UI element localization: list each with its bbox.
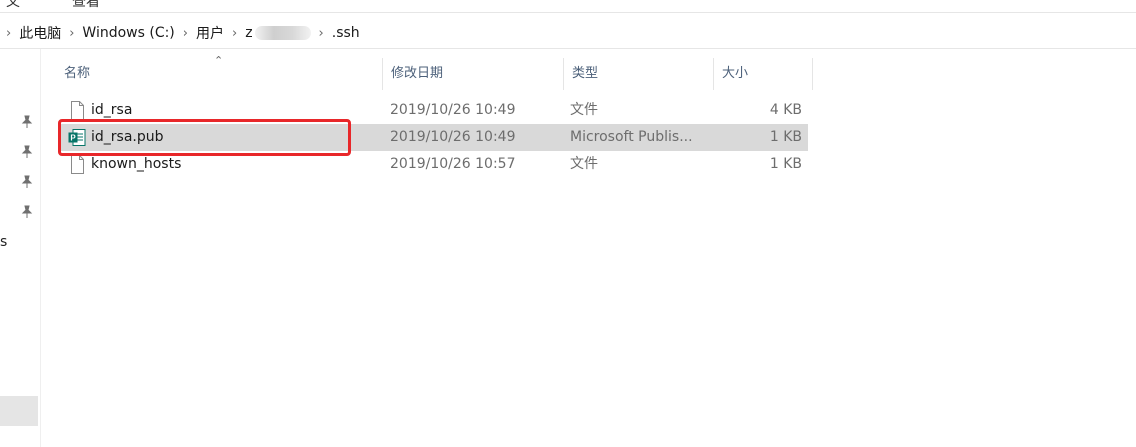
annotation-highlight-box bbox=[58, 119, 351, 156]
ribbon-divider bbox=[0, 12, 1136, 13]
blank-file-icon bbox=[71, 155, 84, 174]
column-header-name[interactable]: 名称 bbox=[56, 58, 382, 90]
nav-item-partial-label[interactable]: s bbox=[0, 234, 7, 250]
breadcrumb-users[interactable]: 用户 bbox=[196, 23, 224, 43]
column-header-date[interactable]: 修改日期 bbox=[383, 58, 563, 90]
chevron-right-icon[interactable]: › bbox=[232, 26, 237, 41]
file-size: 1 KB bbox=[769, 156, 802, 172]
column-header-size[interactable]: 大小 bbox=[714, 58, 812, 90]
navigation-pane[interactable]: s bbox=[0, 49, 41, 447]
breadcrumb-this-pc[interactable]: 此电脑 bbox=[19, 23, 61, 43]
file-type: 文件 bbox=[570, 156, 598, 172]
file-size: 4 KB bbox=[769, 102, 802, 118]
chevron-right-icon[interactable]: › bbox=[183, 26, 188, 41]
nav-item-selected[interactable] bbox=[0, 396, 38, 426]
pin-icon[interactable] bbox=[21, 205, 33, 219]
chevron-right-icon[interactable]: › bbox=[6, 26, 11, 41]
file-date: 2019/10/26 10:49 bbox=[390, 102, 516, 118]
column-divider[interactable] bbox=[812, 58, 813, 90]
breadcrumb: › 此电脑 › Windows (C:) › 用户 › z › .ssh bbox=[0, 18, 360, 48]
breadcrumb-ssh[interactable]: .ssh bbox=[332, 25, 360, 41]
column-header-row: 名称 修改日期 类型 大小 bbox=[56, 58, 816, 90]
pin-icon[interactable] bbox=[21, 145, 33, 159]
pin-icon[interactable] bbox=[21, 175, 33, 189]
file-size: 1 KB bbox=[769, 129, 802, 145]
pin-icon[interactable] bbox=[21, 115, 33, 129]
chevron-right-icon[interactable]: › bbox=[69, 26, 74, 41]
file-date: 2019/10/26 10:49 bbox=[390, 129, 516, 145]
column-header-type[interactable]: 类型 bbox=[564, 58, 713, 90]
breadcrumb-user-folder[interactable]: z bbox=[245, 25, 311, 41]
chevron-right-icon[interactable]: › bbox=[319, 26, 324, 41]
file-type: Microsoft Publis... bbox=[570, 129, 693, 145]
ribbon-tab-partial[interactable]: 文 bbox=[6, 0, 20, 11]
address-bar[interactable]: › 此电脑 › Windows (C:) › 用户 › z › .ssh bbox=[0, 18, 1136, 49]
ribbon-tab-view[interactable]: 查看 bbox=[72, 0, 100, 11]
ribbon-strip: 文 查看 bbox=[0, 0, 1136, 12]
breadcrumb-windows-c[interactable]: Windows (C:) bbox=[82, 25, 174, 41]
file-date: 2019/10/26 10:57 bbox=[390, 156, 516, 172]
file-type: 文件 bbox=[570, 102, 598, 118]
redacted-username bbox=[254, 26, 311, 40]
blank-file-icon bbox=[71, 101, 84, 120]
